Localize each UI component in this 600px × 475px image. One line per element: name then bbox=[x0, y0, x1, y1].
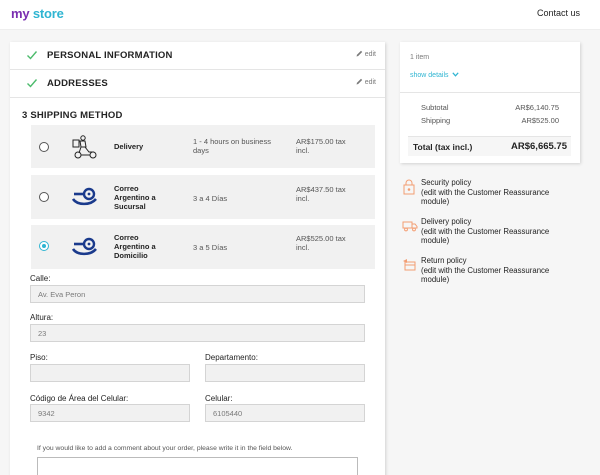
subtotal-row: Subtotal AR$6,140.75 bbox=[421, 103, 559, 112]
comment-textarea[interactable] bbox=[37, 457, 358, 475]
codigo-area-label: Código de Área del Celular: bbox=[30, 394, 129, 403]
celular-field[interactable]: 6105440 bbox=[205, 404, 365, 422]
step-title: 3 SHIPPING METHOD bbox=[22, 110, 123, 121]
reassurance-delivery: Delivery policy (edit with the Customer … bbox=[400, 217, 570, 246]
return-icon bbox=[403, 259, 416, 271]
correo-argentino-logo bbox=[72, 187, 97, 206]
edit-personal-button[interactable]: edit bbox=[356, 50, 376, 58]
shipping-row: Shipping AR$525.00 bbox=[421, 116, 559, 125]
edit-label: edit bbox=[364, 51, 376, 58]
celular-label: Celular: bbox=[205, 394, 233, 403]
carrier-name: Delivery bbox=[114, 142, 144, 151]
reassurance-subtitle: (edit with the Customer Reassurance modu… bbox=[421, 265, 550, 285]
subtotal-label: Subtotal bbox=[421, 103, 449, 112]
check-icon bbox=[27, 79, 38, 88]
step-addresses[interactable]: ADDRESSES edit bbox=[10, 70, 385, 98]
reassurance-subtitle: (edit with the Customer Reassurance modu… bbox=[421, 187, 550, 207]
cart-summary: 1 item show details Subtotal AR$6,140.75… bbox=[400, 42, 580, 163]
shipping-label: Shipping bbox=[421, 116, 451, 125]
reassurance-title: Security policy bbox=[421, 178, 472, 187]
carrier-price: AR$437.50 tax incl. bbox=[296, 185, 346, 203]
carrier-radio[interactable] bbox=[39, 142, 49, 152]
reassurance-return: Return policy (edit with the Customer Re… bbox=[400, 256, 570, 285]
top-bar: my store Contact us bbox=[0, 0, 600, 30]
pencil-icon bbox=[356, 50, 362, 57]
step-personal-information[interactable]: PERSONAL INFORMATION edit bbox=[10, 42, 385, 70]
carrier-price: AR$175.00 tax incl. bbox=[296, 137, 346, 155]
codigo-area-field[interactable]: 9342 bbox=[30, 404, 190, 422]
subtotal-value: AR$6,140.75 bbox=[515, 103, 559, 112]
departamento-label: Departamento: bbox=[205, 353, 258, 362]
correo-argentino-logo bbox=[72, 237, 97, 256]
contact-us-link[interactable]: Contact us bbox=[537, 8, 580, 18]
security-shield-icon bbox=[403, 179, 415, 195]
logo-store: store bbox=[32, 6, 64, 21]
reassurance-security: Security policy (edit with the Customer … bbox=[400, 178, 570, 207]
check-icon bbox=[27, 51, 38, 60]
carrier-delay: 3 a 5 Días bbox=[193, 243, 228, 252]
show-details-toggle[interactable]: show details bbox=[410, 72, 460, 79]
edit-addresses-button[interactable]: edit bbox=[356, 78, 376, 86]
calle-label: Calle: bbox=[30, 274, 51, 283]
edit-label: edit bbox=[364, 79, 376, 86]
carrier-delay: 3 a 4 Días bbox=[193, 194, 228, 203]
carrier-price: AR$525.00 tax incl. bbox=[296, 234, 346, 252]
carrier-name: Correo Argentino a Sucursal bbox=[114, 184, 156, 211]
total-row: Total (tax incl.) AR$6,665.75 bbox=[408, 136, 571, 156]
carrier-option-correo-domicilio[interactable]: Correo Argentino a Domicilio 3 a 5 Días … bbox=[31, 225, 375, 269]
altura-field[interactable]: 23 bbox=[30, 324, 365, 342]
carrier-option-delivery[interactable]: Delivery 1 - 4 hours on business days AR… bbox=[31, 125, 375, 168]
carrier-radio-selected[interactable] bbox=[39, 241, 49, 251]
total-value: AR$6,665.75 bbox=[511, 141, 567, 152]
delivery-courier-icon bbox=[72, 135, 97, 159]
shipping-value: AR$525.00 bbox=[521, 116, 559, 125]
carrier-name: Correo Argentino a Domicilio bbox=[114, 233, 156, 260]
delivery-truck-icon bbox=[402, 221, 418, 232]
checkout-steps: PERSONAL INFORMATION edit ADDRESSES edit… bbox=[10, 42, 385, 475]
reassurance-title: Delivery policy bbox=[421, 217, 472, 226]
departamento-field[interactable] bbox=[205, 364, 365, 382]
step-title: PERSONAL INFORMATION bbox=[47, 50, 173, 61]
carrier-delay: 1 - 4 hours on business days bbox=[193, 137, 271, 155]
reassurance-subtitle: (edit with the Customer Reassurance modu… bbox=[421, 226, 550, 246]
chevron-down-icon bbox=[452, 72, 460, 77]
piso-field[interactable] bbox=[30, 364, 190, 382]
calle-field[interactable]: Av. Eva Peron bbox=[30, 285, 365, 303]
reassurance-title: Return policy bbox=[421, 256, 467, 265]
items-count: 1 item bbox=[410, 54, 430, 61]
carrier-option-correo-sucursal[interactable]: Correo Argentino a Sucursal 3 a 4 Días A… bbox=[31, 175, 375, 219]
carrier-radio[interactable] bbox=[39, 192, 49, 202]
total-label: Total (tax incl.) bbox=[413, 142, 473, 152]
comment-label: If you would like to add a comment about… bbox=[37, 445, 293, 452]
divider bbox=[400, 92, 580, 93]
step-title: ADDRESSES bbox=[47, 78, 108, 89]
show-details-label: show details bbox=[410, 72, 449, 79]
logo-my: my bbox=[11, 6, 30, 21]
pencil-icon bbox=[356, 78, 362, 85]
store-logo[interactable]: my store bbox=[11, 6, 64, 21]
piso-label: Piso: bbox=[30, 353, 48, 362]
altura-label: Altura: bbox=[30, 313, 54, 322]
